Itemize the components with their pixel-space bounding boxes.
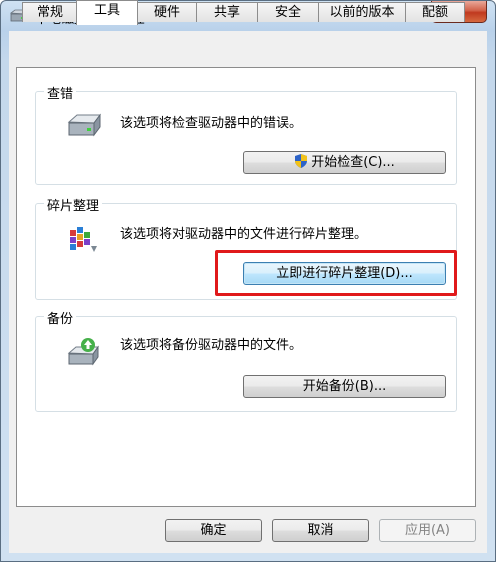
tab-label: 配额 [421,5,448,20]
highlight-box [215,250,457,296]
error-check-group: 查错 该选项将检查驱动器中的错误。 开始检查(C)... [35,83,457,185]
button-label: 应用(A) [404,523,451,538]
tab-label: 安全 [274,5,301,20]
start-check-button[interactable]: 开始检查(C)... [243,151,446,174]
drive-icon [67,113,101,137]
tab-previous-versions[interactable]: 以前的版本 [318,2,406,22]
cancel-button[interactable]: 取消 [272,519,369,542]
tab-tools[interactable]: 工具 [76,0,138,25]
tab-label: 工具 [93,3,120,18]
uac-shield-icon [295,154,308,168]
tab-quota[interactable]: 配额 [405,2,465,22]
group-label: 备份 [44,308,77,327]
start-backup-button[interactable]: 开始备份(B)... [243,375,446,398]
tab-hardware[interactable]: 硬件 [137,2,197,22]
button-label: 取消 [307,523,334,538]
button-label: 确定 [200,523,227,538]
backup-description: 该选项将备份驱动器中的文件。 [120,338,303,353]
defrag-icon [70,227,97,252]
tab-label: 常规 [36,5,63,20]
backup-icon [67,338,99,366]
error-check-description: 该选项将检查驱动器中的错误。 [120,116,303,131]
tab-label: 共享 [213,5,240,20]
tab-label: 硬件 [153,5,180,20]
tab-security[interactable]: 安全 [257,2,319,22]
button-label: 开始备份(B)... [302,379,387,394]
button-label: 开始检查(C)... [311,155,395,170]
tab-general[interactable]: 常规 [22,2,78,22]
group-label: 碎片整理 [44,195,103,214]
defrag-description: 该选项将对驱动器中的文件进行碎片整理。 [120,227,368,242]
ok-button[interactable]: 确定 [165,519,262,542]
tab-sharing[interactable]: 共享 [196,2,258,22]
apply-button[interactable]: 应用(A) [379,519,476,542]
backup-group: 备份 该选项将备份驱动器中的文件。 开始备份(B)... [35,308,457,412]
tab-label: 以前的版本 [329,5,395,20]
group-label: 查错 [44,83,77,102]
